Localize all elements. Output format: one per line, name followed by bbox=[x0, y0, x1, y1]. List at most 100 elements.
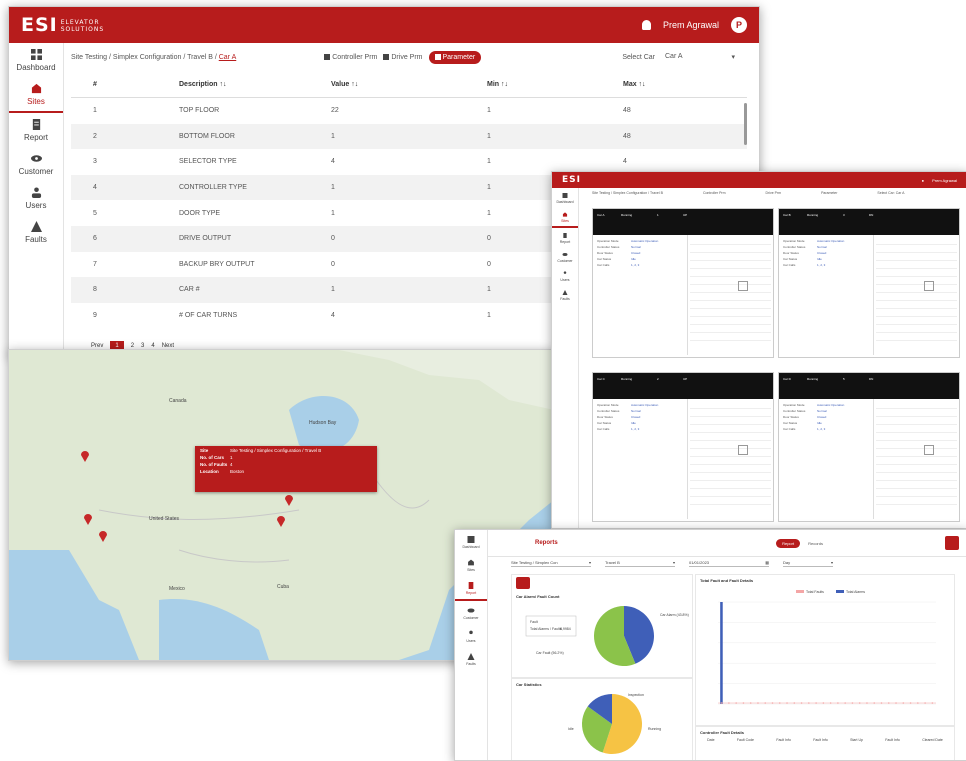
tooltip-row: No. of Cars 1 bbox=[200, 455, 233, 460]
report-button[interactable]: Report bbox=[776, 538, 801, 548]
user-name[interactable]: Prem Agrawal bbox=[663, 20, 719, 30]
row-number: 2 bbox=[71, 123, 178, 150]
slice-label: Inspection bbox=[628, 693, 644, 697]
field-value: Normal bbox=[631, 245, 641, 249]
sidebar-item-sites[interactable]: Sites bbox=[9, 77, 63, 113]
field-label: Operation Mode bbox=[783, 403, 805, 407]
sidebar-item-sites[interactable]: Sites bbox=[552, 207, 578, 228]
column-header[interactable]: Start Up bbox=[850, 738, 863, 742]
sidebar-item-label: Report bbox=[465, 591, 477, 595]
column-header[interactable]: Fault Info bbox=[813, 738, 828, 742]
tab-group: Controller Prm Drive Prm Parameter bbox=[324, 50, 482, 64]
column-header[interactable]: Fault Info bbox=[776, 738, 791, 742]
bar-alarm[interactable] bbox=[720, 602, 723, 704]
sidebar-item-faults[interactable]: Faults bbox=[455, 647, 487, 670]
table-row[interactable]: 1 TOP FLOOR 22 1 48 bbox=[71, 98, 747, 124]
field-label: Operation Mode bbox=[783, 239, 805, 243]
field-value: Closed bbox=[631, 251, 641, 255]
sidebar-item-users[interactable]: Users bbox=[455, 624, 487, 647]
card-title: Car Alarm/ Fault Count bbox=[516, 594, 560, 599]
sidebar-item-dashboard[interactable]: Dashboard bbox=[9, 43, 63, 77]
sidebar-item-report[interactable]: Report bbox=[455, 576, 487, 601]
date-filter[interactable]: 01/01/2023 ▦ bbox=[689, 560, 769, 567]
bell-icon[interactable]: ● bbox=[922, 178, 924, 183]
app-logo[interactable]: ESI ELEVATOR SOLUTIONS bbox=[21, 14, 104, 36]
col-description[interactable]: Description ↑↓ bbox=[178, 71, 330, 98]
row-description: DRIVE OUTPUT bbox=[178, 225, 330, 252]
app-logo[interactable]: ESI bbox=[562, 175, 581, 185]
car-floor: 1 bbox=[657, 213, 659, 217]
export-icon[interactable] bbox=[516, 577, 530, 589]
pie-chart[interactable]: Idle Running Inspection bbox=[512, 690, 692, 756]
row-description: CAR # bbox=[178, 277, 330, 303]
field-value: Idle bbox=[817, 421, 822, 425]
map-pin-icon[interactable] bbox=[285, 494, 293, 506]
scrollbar[interactable] bbox=[744, 103, 747, 145]
column-header[interactable]: Date bbox=[707, 738, 714, 742]
select-car-dropdown[interactable]: Car A ▾ bbox=[665, 53, 735, 61]
sidebar-item-dashboard[interactable]: Dashboard bbox=[455, 530, 487, 553]
pie-chart[interactable]: Fault Total Alarms / Faults8,9984 Car Alar… bbox=[512, 602, 692, 676]
car-name: Car C bbox=[597, 377, 605, 381]
bell-icon[interactable] bbox=[641, 20, 651, 30]
sidebar-item-label: Sites bbox=[561, 219, 569, 223]
sidebar-item-customer[interactable]: Customer bbox=[9, 147, 63, 181]
field-label: Door Status bbox=[783, 415, 799, 419]
breadcrumb-link[interactable]: Car A bbox=[219, 54, 237, 61]
tab-controller-prm[interactable]: Controller Prm bbox=[703, 191, 726, 201]
table-header: # Description ↑↓ Value ↑↓ Min ↑↓ Max ↑↓ bbox=[71, 71, 747, 98]
car-panel[interactable]: Car B Running 3 DN Operation Mode Automatic O… bbox=[778, 208, 960, 358]
map-pin-icon[interactable] bbox=[277, 515, 285, 527]
legend-label: Total Alarms bbox=[846, 590, 865, 594]
table-row[interactable]: 2 BOTTOM FLOOR 1 1 48 bbox=[71, 123, 747, 150]
sidebar-item-report[interactable]: Report bbox=[9, 113, 63, 147]
row-value: 1 bbox=[330, 277, 486, 303]
car-panel-header: Car D Running 5 DN bbox=[779, 373, 959, 399]
row-description: SELECTOR TYPE bbox=[179, 158, 237, 166]
car-panel[interactable]: Car C Running 2 UP Operation Mode Automatic O… bbox=[592, 372, 774, 522]
avatar[interactable]: P bbox=[731, 17, 747, 33]
map-pin-icon[interactable] bbox=[99, 530, 107, 542]
column-header[interactable]: Cleared Date bbox=[922, 738, 943, 742]
tab-parameter[interactable]: Parameter bbox=[428, 50, 482, 64]
map-pin-icon[interactable] bbox=[81, 450, 89, 462]
sidebar-item-label: Customer bbox=[463, 616, 479, 620]
sidebar-item-customer[interactable]: Customer bbox=[552, 247, 578, 266]
eye-icon bbox=[30, 155, 42, 162]
col-number[interactable]: # bbox=[71, 71, 178, 98]
sidebar-item-dashboard[interactable]: Dashboard bbox=[552, 188, 578, 207]
row-number: 1 bbox=[93, 107, 97, 115]
user-name[interactable]: Prem Agrawal bbox=[932, 178, 957, 183]
tab-parameter[interactable]: Parameter bbox=[821, 191, 837, 201]
records-button[interactable]: Records bbox=[804, 539, 827, 548]
sidebar-item-report[interactable]: Report bbox=[552, 228, 578, 247]
bar-chart[interactable]: Total Faults Total Alarms bbox=[696, 586, 954, 718]
tab-controller-prm[interactable]: Controller Prm bbox=[324, 54, 377, 61]
select-car-dropdown[interactable]: Select Car: Car A bbox=[877, 191, 904, 201]
sidebar-item-faults[interactable]: Faults bbox=[9, 215, 63, 249]
menu-icon[interactable] bbox=[945, 536, 959, 550]
sidebar-item-users[interactable]: Users bbox=[9, 181, 63, 215]
sidebar-item-faults[interactable]: Faults bbox=[552, 285, 578, 304]
car-panel[interactable]: Car D Running 5 DN Operation Mode Automatic O… bbox=[778, 372, 960, 522]
map-pin-icon[interactable] bbox=[84, 513, 92, 525]
sidebar-item-users[interactable]: Users bbox=[552, 266, 578, 285]
sidebar-item-label: Dashboard bbox=[16, 63, 56, 72]
travel-filter[interactable]: Travel B ▾ bbox=[605, 560, 675, 567]
elevator-car-icon bbox=[738, 281, 748, 291]
col-value[interactable]: Value ↑↓ bbox=[330, 71, 486, 98]
sidebar-item-sites[interactable]: Sites bbox=[455, 553, 487, 576]
tab-drive-prm[interactable]: Drive Prm bbox=[766, 191, 782, 201]
tab-drive-prm[interactable]: Drive Prm bbox=[383, 54, 423, 61]
period-filter[interactable]: Day ▾ bbox=[783, 560, 833, 567]
column-header[interactable]: Fault Info bbox=[885, 738, 900, 742]
car-direction: DN bbox=[869, 213, 874, 217]
col-max[interactable]: Max ↑↓ bbox=[622, 71, 747, 98]
elevator-car-icon bbox=[738, 445, 748, 455]
sidebar-item-customer[interactable]: Customer bbox=[455, 601, 487, 624]
column-header[interactable]: Fault Code bbox=[737, 738, 754, 742]
sidebar-item-label: Users bbox=[466, 639, 476, 643]
site-filter[interactable]: Site Testing / Simplex Con ▾ bbox=[511, 560, 591, 567]
col-min[interactable]: Min ↑↓ bbox=[486, 71, 622, 98]
car-panel[interactable]: Car A Running 1 UP Operation Mode Automatic O… bbox=[592, 208, 774, 358]
